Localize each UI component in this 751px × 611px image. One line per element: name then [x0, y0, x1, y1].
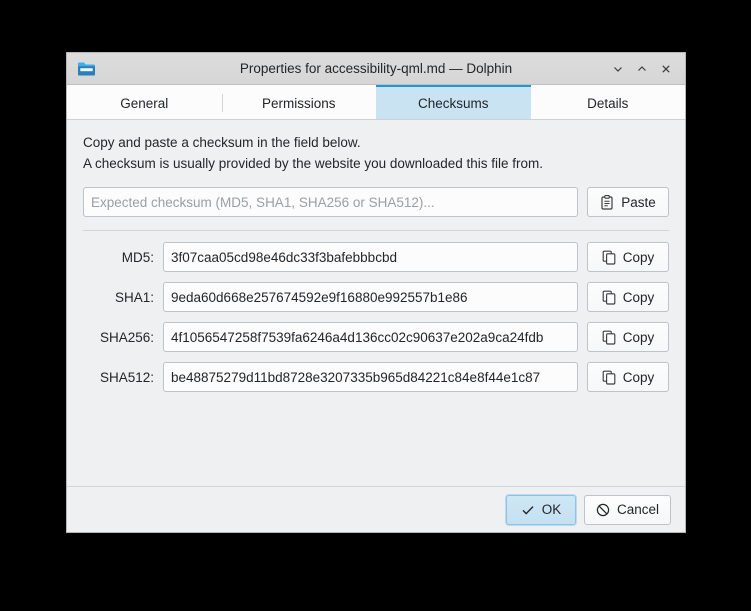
cancel-button-label: Cancel: [616, 502, 659, 517]
sha256-input[interactable]: 4f1056547258f7539fa6246a4d136cc02c90637e…: [163, 322, 578, 352]
copy-sha1-button[interactable]: Copy: [587, 282, 669, 312]
sha1-label: SHA1:: [114, 289, 154, 305]
chevron-down-icon[interactable]: [607, 58, 629, 80]
dialog-button-bar: OK Cancel: [67, 487, 685, 532]
md5-value: 3f07caa05cd98e46dc33f3bafebbbcbd: [171, 249, 397, 265]
desktop-background: Properties for accessibility-qml.md — Do…: [0, 0, 751, 611]
sha1-value: 9eda60d668e257674592e9f16880e992557b1e86: [171, 289, 468, 305]
copy-sha256-button[interactable]: Copy: [587, 322, 669, 352]
window-titlebar[interactable]: Properties for accessibility-qml.md — Do…: [67, 53, 685, 85]
window-title: Properties for accessibility-qml.md — Do…: [239, 61, 513, 76]
copy-md5-button[interactable]: Copy: [587, 242, 669, 272]
sha256-value: 4f1056547258f7539fa6246a4d136cc02c90637e…: [171, 329, 544, 345]
tab-permissions[interactable]: Permissions: [221, 85, 377, 119]
copy-icon: [602, 250, 616, 265]
sha512-value: be48875279d11bd8728e3207335b965d84221c84…: [171, 369, 541, 385]
intro-line-2: A checksum is usually provided by the we…: [83, 156, 543, 171]
expected-checksum-row: Expected checksum (MD5, SHA1, SHA256 or …: [83, 187, 669, 217]
copy-sha512-button[interactable]: Copy: [587, 362, 669, 392]
window-controls: [607, 58, 677, 80]
copy-md5-label: Copy: [622, 249, 655, 265]
tab-general-label: General: [120, 95, 169, 111]
hash-rows: MD5: 3f07caa05cd98e46dc33f3bafebbbcbd Co…: [83, 242, 669, 392]
expected-checksum-input[interactable]: Expected checksum (MD5, SHA1, SHA256 or …: [83, 187, 578, 217]
tab-general[interactable]: General: [67, 85, 222, 119]
md5-label: MD5:: [121, 249, 154, 265]
hash-row-sha256: SHA256: 4f1056547258f7539fa6246a4d136cc0…: [83, 322, 669, 352]
clipboard-paste-icon: [600, 194, 614, 210]
copy-sha512-label: Copy: [622, 369, 655, 385]
expected-checksum-placeholder: Expected checksum (MD5, SHA1, SHA256 or …: [91, 194, 435, 210]
intro-line-1: Copy and paste a checksum in the field b…: [83, 135, 361, 150]
copy-sha256-label: Copy: [622, 329, 655, 345]
tab-checksums-label: Checksums: [417, 95, 489, 111]
section-divider: [83, 230, 669, 231]
sha512-label: SHA512:: [99, 369, 154, 385]
hash-row-md5: MD5: 3f07caa05cd98e46dc33f3bafebbbcbd Co…: [83, 242, 669, 272]
tab-bar: General Permissions Checksums Details: [67, 85, 685, 120]
tab-permissions-label: Permissions: [261, 95, 336, 111]
cancel-icon: [596, 503, 610, 517]
md5-input[interactable]: 3f07caa05cd98e46dc33f3bafebbbcbd: [163, 242, 578, 272]
paste-button[interactable]: Paste: [587, 187, 669, 217]
hash-row-sha1: SHA1: 9eda60d668e257674592e9f16880e99255…: [83, 282, 669, 312]
copy-icon: [602, 330, 616, 345]
sha256-label: SHA256:: [99, 329, 154, 345]
copy-icon: [602, 370, 616, 385]
sha1-input[interactable]: 9eda60d668e257674592e9f16880e992557b1e86: [163, 282, 578, 312]
ok-button[interactable]: OK: [505, 494, 576, 525]
paste-button-label: Paste: [621, 194, 656, 210]
copy-sha1-label: Copy: [622, 289, 655, 305]
close-icon[interactable]: [655, 58, 677, 80]
tab-checksums[interactable]: Checksums: [376, 85, 531, 119]
checksums-panel: Copy and paste a checksum in the field b…: [67, 120, 685, 486]
cancel-button[interactable]: Cancel: [583, 494, 671, 525]
copy-icon: [602, 290, 616, 305]
sha512-input[interactable]: be48875279d11bd8728e3207335b965d84221c84…: [163, 362, 578, 392]
folder-icon: [75, 58, 97, 80]
chevron-up-icon[interactable]: [631, 58, 653, 80]
hash-row-sha512: SHA512: be48875279d11bd8728e3207335b965d…: [83, 362, 669, 392]
tab-details[interactable]: Details: [531, 85, 686, 119]
ok-button-label: OK: [541, 502, 562, 517]
check-icon: [521, 503, 535, 517]
tab-details-label: Details: [587, 95, 629, 111]
properties-dialog: Properties for accessibility-qml.md — Do…: [66, 52, 686, 533]
